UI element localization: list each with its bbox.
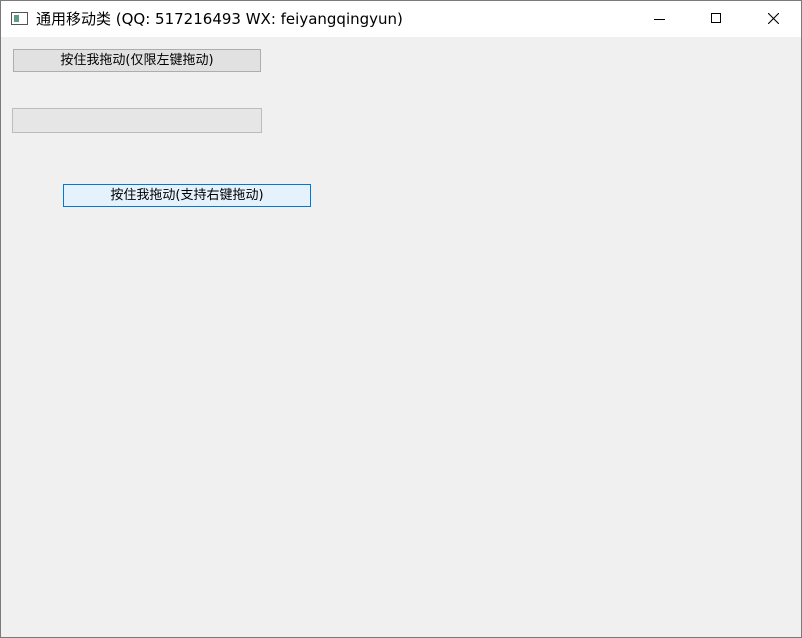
maximize-button[interactable] (688, 1, 745, 37)
drag-left-only-button[interactable]: 按住我拖动(仅限左键拖动) (13, 49, 261, 72)
minimize-button[interactable] (631, 1, 688, 37)
drag-right-support-button[interactable]: 按住我拖动(支持右键拖动) (63, 184, 311, 207)
app-window-icon (11, 12, 28, 25)
main-window: 通用移动类 (QQ: 517216493 WX: feiyangqingyun)… (0, 0, 802, 638)
progress-bar[interactable] (12, 108, 262, 133)
window-title: 通用移动类 (QQ: 517216493 WX: feiyangqingyun) (36, 10, 403, 28)
close-button[interactable] (745, 1, 802, 37)
title-bar[interactable]: 通用移动类 (QQ: 517216493 WX: feiyangqingyun) (1, 1, 801, 37)
close-icon (768, 13, 779, 24)
